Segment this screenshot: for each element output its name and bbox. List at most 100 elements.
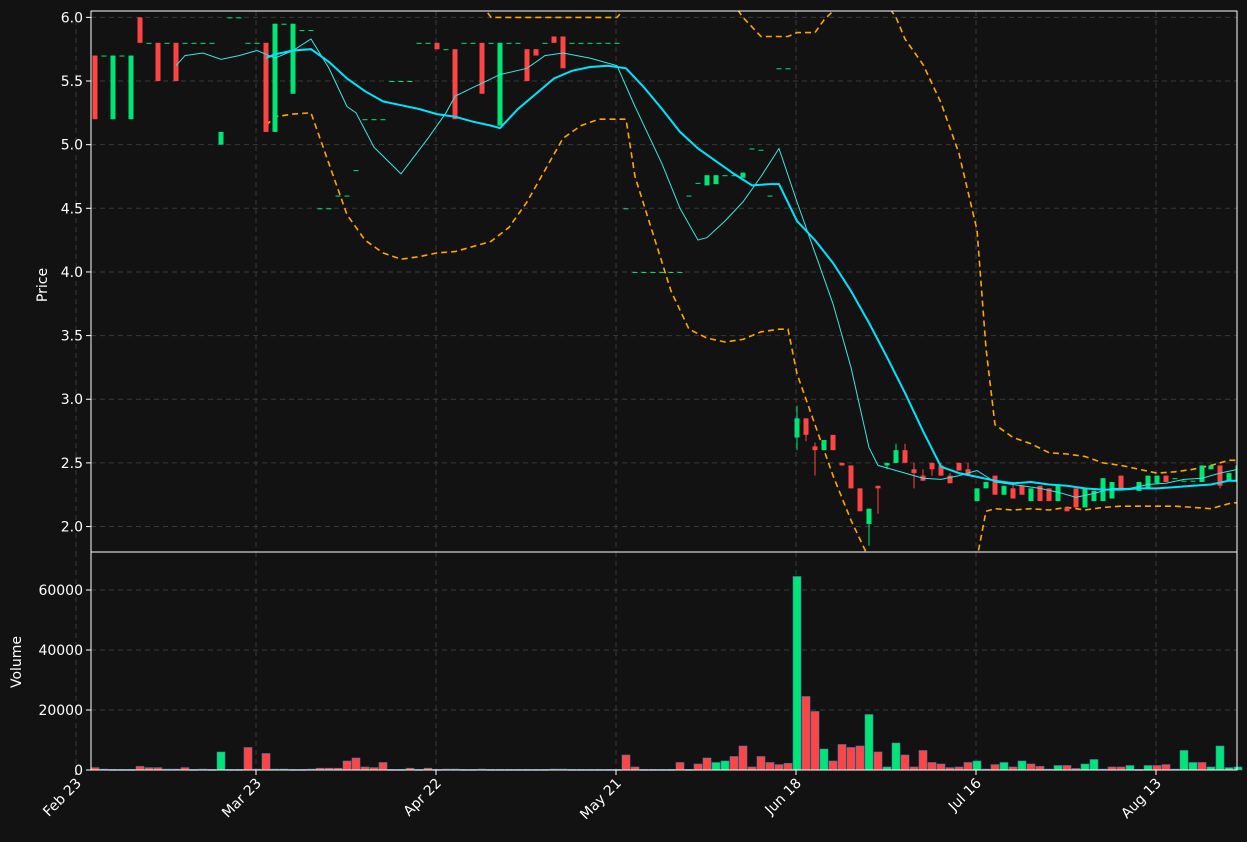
price-tick-label: 6.0: [61, 10, 83, 26]
candle-body: [1226, 473, 1232, 481]
volume-bar: [972, 760, 982, 771]
candle-body: [1073, 488, 1079, 508]
candle-body: [839, 462, 845, 466]
volume-bar: [756, 756, 766, 771]
candle-body: [470, 42, 476, 44]
volume-bar: [1035, 766, 1045, 771]
candle-body: [911, 469, 917, 474]
price-tick-label: 4.0: [61, 265, 83, 281]
candle-body: [524, 49, 530, 82]
candle-body: [173, 42, 179, 82]
candle-body: [1019, 485, 1025, 495]
candle-body: [353, 170, 359, 172]
volume-bar: [792, 576, 802, 771]
candle-body: [641, 271, 647, 273]
volume-bar: [765, 762, 775, 771]
candle-body: [1028, 488, 1034, 502]
candle-body: [488, 42, 494, 44]
volume-bar: [999, 762, 1009, 771]
candle-body: [758, 149, 764, 151]
candle-body: [992, 475, 998, 495]
volume-bar: [837, 744, 847, 771]
candle-body: [182, 42, 188, 44]
candle-body: [1055, 485, 1061, 502]
volume-bar: [1143, 765, 1153, 771]
price-tick-label: 2.5: [61, 456, 83, 472]
candle-body: [695, 182, 701, 184]
candle-body: [155, 42, 161, 82]
candle-body: [200, 42, 206, 44]
candle-body: [497, 42, 503, 126]
price-tick-label: 2.0: [61, 520, 83, 536]
volume-bar: [1053, 765, 1063, 771]
candle-body: [1010, 488, 1016, 499]
candle-body: [308, 30, 314, 32]
candle-body: [983, 481, 989, 489]
volume-bar: [801, 696, 811, 771]
volume-bar: [621, 754, 631, 771]
candle-body: [560, 36, 566, 69]
candle-body: [1172, 478, 1178, 480]
volume-bar: [711, 762, 721, 771]
candle-body: [857, 488, 863, 512]
price-tick-label: 5.5: [61, 74, 83, 90]
volume-bar: [693, 763, 703, 771]
candle-body: [677, 271, 683, 273]
chart-background: [0, 0, 1247, 842]
candle-body: [767, 195, 773, 197]
volume-bar: [783, 763, 793, 771]
candle-body: [821, 439, 827, 451]
volume-bar: [1026, 763, 1036, 771]
volume-bar: [1089, 759, 1099, 771]
candle-body: [290, 23, 296, 94]
volume-bar: [135, 766, 145, 771]
candle-body: [749, 148, 755, 150]
volume-bar: [963, 762, 973, 771]
volume-bar: [1152, 765, 1162, 771]
price-tick-label: 3.0: [61, 392, 83, 408]
volume-bar: [828, 760, 838, 771]
candle-body: [956, 462, 962, 471]
volume-tick-label: 60000: [38, 583, 83, 599]
volume-bar: [738, 745, 748, 771]
candle-body: [389, 81, 395, 83]
candle-body: [1181, 480, 1187, 482]
candle-body: [1064, 507, 1070, 512]
candle-body: [1163, 475, 1169, 482]
volume-bar: [261, 753, 271, 771]
volume-bar: [864, 714, 874, 771]
candle-body: [398, 81, 404, 83]
candle-body: [794, 418, 800, 438]
candle-body: [416, 42, 422, 44]
candle-body: [137, 17, 143, 43]
volume-bar: [1188, 762, 1198, 771]
candle-body: [614, 42, 620, 44]
candle-body: [902, 450, 908, 463]
candle-body: [1208, 465, 1214, 470]
volume-bar: [810, 711, 820, 771]
candle-body: [1145, 475, 1151, 489]
candle-body: [380, 119, 386, 121]
candle-body: [479, 42, 485, 94]
candle-body: [668, 271, 674, 273]
candle-body: [1118, 475, 1124, 489]
volume-bar: [774, 764, 784, 771]
candle-body: [587, 42, 593, 44]
candle-body: [128, 55, 134, 120]
candle-body: [542, 42, 548, 44]
price-tick-label: 4.5: [61, 201, 83, 217]
candle-body: [974, 488, 980, 502]
candle-body: [785, 68, 791, 70]
candle-body: [245, 42, 251, 44]
candle-body: [929, 462, 935, 470]
candle-body: [776, 68, 782, 70]
volume-bar: [1161, 764, 1171, 771]
volume-bar: [1062, 765, 1072, 771]
candle-body: [362, 119, 368, 121]
volume-bar: [720, 760, 730, 771]
volume-bar: [216, 751, 226, 771]
price-tick-label: 3.5: [61, 329, 83, 345]
candle-body: [704, 175, 710, 186]
candle-body: [443, 49, 449, 51]
candle-body: [335, 195, 341, 197]
